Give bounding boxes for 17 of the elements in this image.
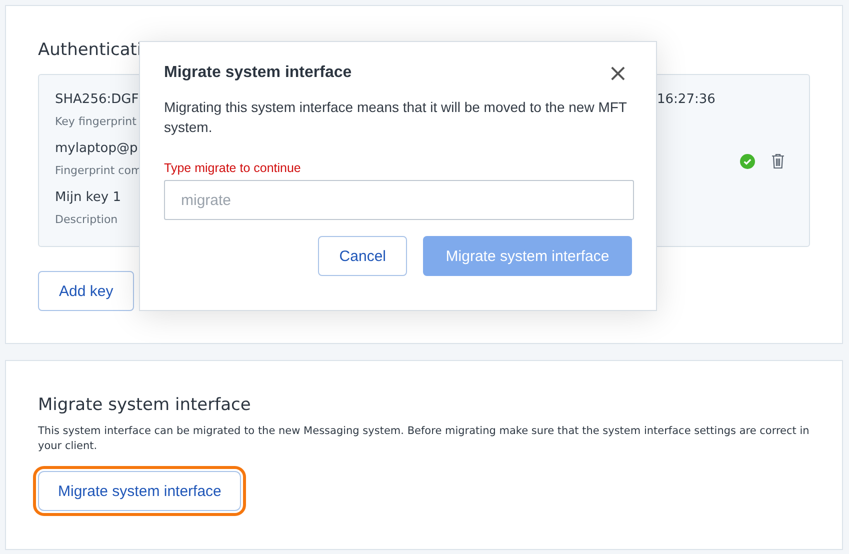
cancel-button[interactable]: Cancel <box>318 236 407 276</box>
section-heading: Migrate system interface <box>38 394 252 416</box>
dialog-message: Migrating this system interface means that it will be moved to the new MFT system. <box>164 98 628 137</box>
field-label: Type migrate to continue <box>164 161 302 175</box>
key-description: Mijn key 1 <box>55 189 122 207</box>
key-fingerprint: SHA256:DGF <box>55 91 140 109</box>
trash-icon[interactable] <box>771 153 785 169</box>
dialog-title: Migrate system interface <box>164 64 352 82</box>
close-button[interactable]: × <box>608 64 628 82</box>
description-label: Description <box>55 212 119 228</box>
fingerprint-label: Key fingerprint <box>55 114 138 130</box>
confirm-input[interactable]: migrate <box>164 180 634 220</box>
section-heading: Authenticati <box>38 39 143 61</box>
section-description: This system interface can be migrated to the new Messaging system. Before migrating make sure that the system interface settings are correct in your client. <box>38 424 810 454</box>
add-key-button[interactable]: Add key <box>38 271 134 311</box>
key-comment: mylaptop@p <box>55 140 139 158</box>
key-time: 16:27:36 <box>657 91 716 109</box>
